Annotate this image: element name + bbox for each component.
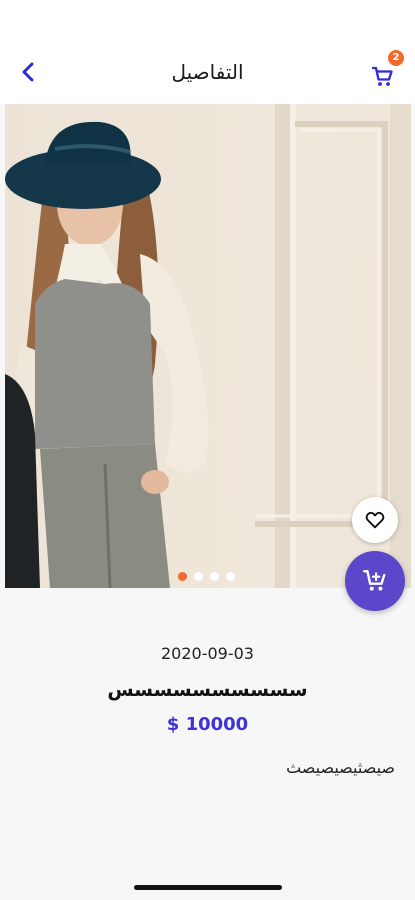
product-description: صيصثيصيصيصث — [286, 758, 395, 777]
cart-count-badge: 2 — [388, 50, 404, 66]
product-date: 2020-09-03 — [161, 644, 254, 663]
app-header: التفاصيل 2 — [0, 0, 415, 104]
wishlist-button[interactable] — [352, 497, 398, 543]
product-price: $ 10000 — [166, 714, 249, 735]
image-dot-3[interactable] — [210, 572, 219, 581]
heart-outline-icon — [365, 511, 385, 529]
product-photo — [5, 104, 411, 588]
add-to-cart-button[interactable] — [345, 551, 405, 611]
image-dot-1[interactable] — [178, 572, 187, 581]
cart-button[interactable] — [368, 62, 398, 92]
image-pagination — [178, 572, 235, 582]
home-indicator[interactable] — [134, 885, 282, 890]
product-image[interactable] — [5, 104, 411, 588]
image-dot-4[interactable] — [226, 572, 235, 581]
product-name: سسسسسسسسسس — [107, 679, 308, 701]
page-title: التفاصيل — [171, 60, 244, 84]
cart-plus-icon — [362, 570, 386, 591]
image-dot-2[interactable] — [194, 572, 203, 581]
shopping-cart-icon — [371, 66, 393, 86]
